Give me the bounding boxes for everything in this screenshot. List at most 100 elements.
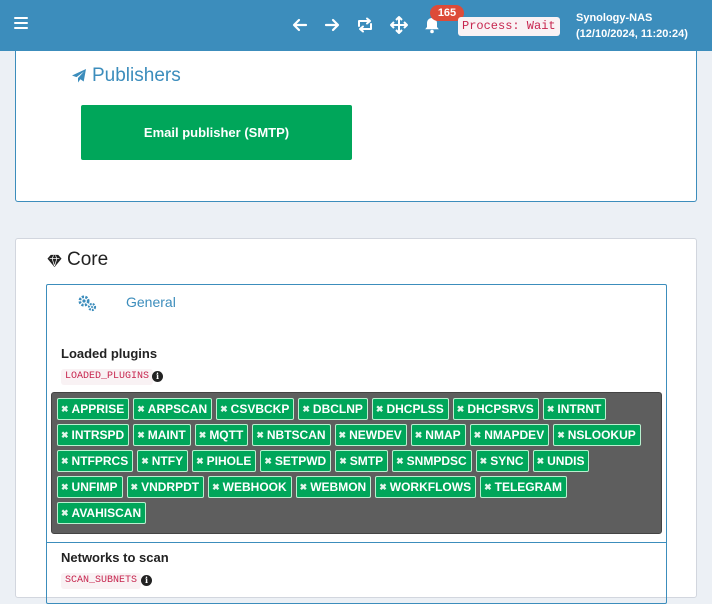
arrow-left-icon[interactable] bbox=[289, 14, 311, 36]
hamburger-icon[interactable] bbox=[14, 17, 28, 31]
plugin-chip[interactable]: ✖ SMTP bbox=[335, 450, 389, 472]
close-icon[interactable]: ✖ bbox=[61, 503, 69, 523]
close-icon[interactable]: ✖ bbox=[537, 451, 545, 471]
plugin-chip[interactable]: ✖ NBTSCAN bbox=[252, 424, 331, 446]
plugin-chip[interactable]: ✖ INTRNT bbox=[542, 398, 607, 420]
email-publisher-button[interactable]: Email publisher (SMTP) bbox=[81, 105, 352, 160]
close-icon[interactable]: ✖ bbox=[61, 477, 69, 497]
plugin-chip-label: DHCPLSS bbox=[386, 402, 444, 416]
close-icon[interactable]: ✖ bbox=[61, 425, 69, 445]
core-settings-panel: General Loaded plugins LOADED_PLUGINS i … bbox=[46, 284, 667, 604]
plugin-chip[interactable]: ✖ SYNC bbox=[475, 450, 529, 472]
close-icon[interactable]: ✖ bbox=[396, 451, 404, 471]
plugin-chip-label: UNDIS bbox=[547, 454, 585, 468]
server-info: Synology-NAS (12/10/2024, 11:20:24) bbox=[576, 10, 688, 42]
close-icon[interactable]: ✖ bbox=[256, 425, 264, 445]
loaded-plugins-multiselect[interactable]: ✖ APPRISE ✖ ARPSCAN ✖ CSVBCKP ✖ DBCLNP ✖ DHCPLSS ✖… bbox=[51, 392, 662, 534]
publishers-box: Publishers Email publisher (SMTP) bbox=[15, 51, 697, 202]
plugin-chip[interactable]: ✖ UNDIS bbox=[532, 450, 590, 472]
close-icon[interactable]: ✖ bbox=[131, 477, 139, 497]
close-icon[interactable]: ✖ bbox=[415, 425, 423, 445]
plugin-chip-label: NTFPRCS bbox=[71, 454, 129, 468]
plugin-chip[interactable]: ✖ MAINT bbox=[133, 424, 191, 446]
close-icon[interactable]: ✖ bbox=[196, 451, 204, 471]
tab-general[interactable]: General bbox=[126, 294, 176, 310]
plugin-chip[interactable]: ✖ WEBHOOK bbox=[208, 476, 292, 498]
close-icon[interactable]: ✖ bbox=[339, 451, 347, 471]
plugin-chip-label: VNDRPDT bbox=[141, 480, 200, 494]
close-icon[interactable]: ✖ bbox=[264, 451, 272, 471]
plugin-chip[interactable]: ✖ MQTT bbox=[194, 424, 249, 446]
plugin-chip-label: WEBHOOK bbox=[222, 480, 287, 494]
info-circle-icon[interactable]: i bbox=[141, 575, 152, 586]
close-icon[interactable]: ✖ bbox=[212, 477, 220, 497]
plugin-chip-label: ARPSCAN bbox=[147, 402, 208, 416]
loaded-plugins-code: LOADED_PLUGINS bbox=[61, 369, 154, 385]
arrow-right-icon[interactable] bbox=[321, 14, 343, 36]
plugin-chip[interactable]: ✖ WEBMON bbox=[295, 476, 372, 498]
close-icon[interactable]: ✖ bbox=[474, 425, 482, 445]
gem-icon bbox=[47, 254, 62, 267]
plugin-chip-label: UNFIMP bbox=[71, 480, 118, 494]
plugin-chip-label: CSVBCKP bbox=[230, 402, 290, 416]
core-heading: Core bbox=[47, 249, 108, 271]
plugin-chip[interactable]: ✖ CSVBCKP bbox=[216, 398, 295, 420]
close-icon[interactable]: ✖ bbox=[137, 399, 145, 419]
close-icon[interactable]: ✖ bbox=[302, 399, 310, 419]
arrows-move-icon[interactable] bbox=[388, 14, 410, 36]
server-time: (12/10/2024, 11:20:24) bbox=[576, 28, 688, 40]
plugin-chip-label: WORKFLOWS bbox=[389, 480, 472, 494]
close-icon[interactable]: ✖ bbox=[457, 399, 465, 419]
close-icon[interactable]: ✖ bbox=[199, 425, 207, 445]
publishers-title: Publishers bbox=[92, 65, 181, 86]
plugin-chip[interactable]: ✖ APPRISE bbox=[57, 398, 130, 420]
publishers-heading: Publishers bbox=[71, 65, 181, 87]
plugin-chip-label: NSLOOKUP bbox=[567, 428, 636, 442]
plugin-chip[interactable]: ✖ UNFIMP bbox=[57, 476, 123, 498]
plugin-chip[interactable]: ✖ NTFPRCS bbox=[57, 450, 134, 472]
paper-plane-icon bbox=[72, 69, 86, 83]
retweet-icon[interactable] bbox=[354, 14, 376, 36]
plugin-chip[interactable]: ✖ NTFY bbox=[137, 450, 189, 472]
plugin-chip[interactable]: ✖ DBCLNP bbox=[298, 398, 368, 420]
close-icon[interactable]: ✖ bbox=[557, 425, 565, 445]
close-icon[interactable]: ✖ bbox=[376, 399, 384, 419]
close-icon[interactable]: ✖ bbox=[339, 425, 347, 445]
close-icon[interactable]: ✖ bbox=[137, 425, 145, 445]
plugin-chip[interactable]: ✖ INTRSPD bbox=[57, 424, 130, 446]
plugin-chip[interactable]: ✖ DHCPLSS bbox=[371, 398, 449, 420]
plugin-chip[interactable]: ✖ DHCPSRVS bbox=[452, 398, 539, 420]
plugin-chip-label: DBCLNP bbox=[312, 402, 363, 416]
plugin-chip-label: SMTP bbox=[349, 454, 384, 468]
plugin-chip[interactable]: ✖ NMAPDEV bbox=[469, 424, 550, 446]
close-icon[interactable]: ✖ bbox=[141, 451, 149, 471]
plugin-chip-label: DHCPSRVS bbox=[467, 402, 534, 416]
close-icon[interactable]: ✖ bbox=[547, 399, 555, 419]
cogs-icon[interactable] bbox=[76, 293, 98, 313]
plugin-chip[interactable]: ✖ NSLOOKUP bbox=[553, 424, 641, 446]
plugin-chip-label: MQTT bbox=[209, 428, 244, 442]
plugin-chip[interactable]: ✖ NEWDEV bbox=[334, 424, 407, 446]
close-icon[interactable]: ✖ bbox=[61, 399, 69, 419]
info-circle-icon[interactable]: i bbox=[152, 371, 163, 382]
plugin-chip[interactable]: ✖ ARPSCAN bbox=[133, 398, 213, 420]
close-icon[interactable]: ✖ bbox=[220, 399, 228, 419]
close-icon[interactable]: ✖ bbox=[379, 477, 387, 497]
close-icon[interactable]: ✖ bbox=[480, 451, 488, 471]
top-navbar: 165 Process: Wait Synology-NAS (12/10/20… bbox=[0, 0, 712, 51]
plugin-chip-label: NTFY bbox=[151, 454, 184, 468]
plugin-chip-label: NBTSCAN bbox=[266, 428, 326, 442]
plugin-chip[interactable]: ✖ NMAP bbox=[410, 424, 466, 446]
close-icon[interactable]: ✖ bbox=[484, 477, 492, 497]
plugin-chip[interactable]: ✖ WORKFLOWS bbox=[375, 476, 477, 498]
plugin-chip-label: SNMPDSC bbox=[406, 454, 467, 468]
plugin-chip[interactable]: ✖ AVAHISCAN bbox=[57, 502, 147, 524]
plugin-chip-label: TELEGRAM bbox=[494, 480, 562, 494]
plugin-chip[interactable]: ✖ SNMPDSC bbox=[392, 450, 472, 472]
plugin-chip[interactable]: ✖ VNDRPDT bbox=[126, 476, 205, 498]
plugin-chip[interactable]: ✖ SETPWD bbox=[260, 450, 332, 472]
close-icon[interactable]: ✖ bbox=[300, 477, 308, 497]
plugin-chip[interactable]: ✖ PIHOLE bbox=[192, 450, 257, 472]
close-icon[interactable]: ✖ bbox=[61, 451, 69, 471]
plugin-chip[interactable]: ✖ TELEGRAM bbox=[480, 476, 567, 498]
